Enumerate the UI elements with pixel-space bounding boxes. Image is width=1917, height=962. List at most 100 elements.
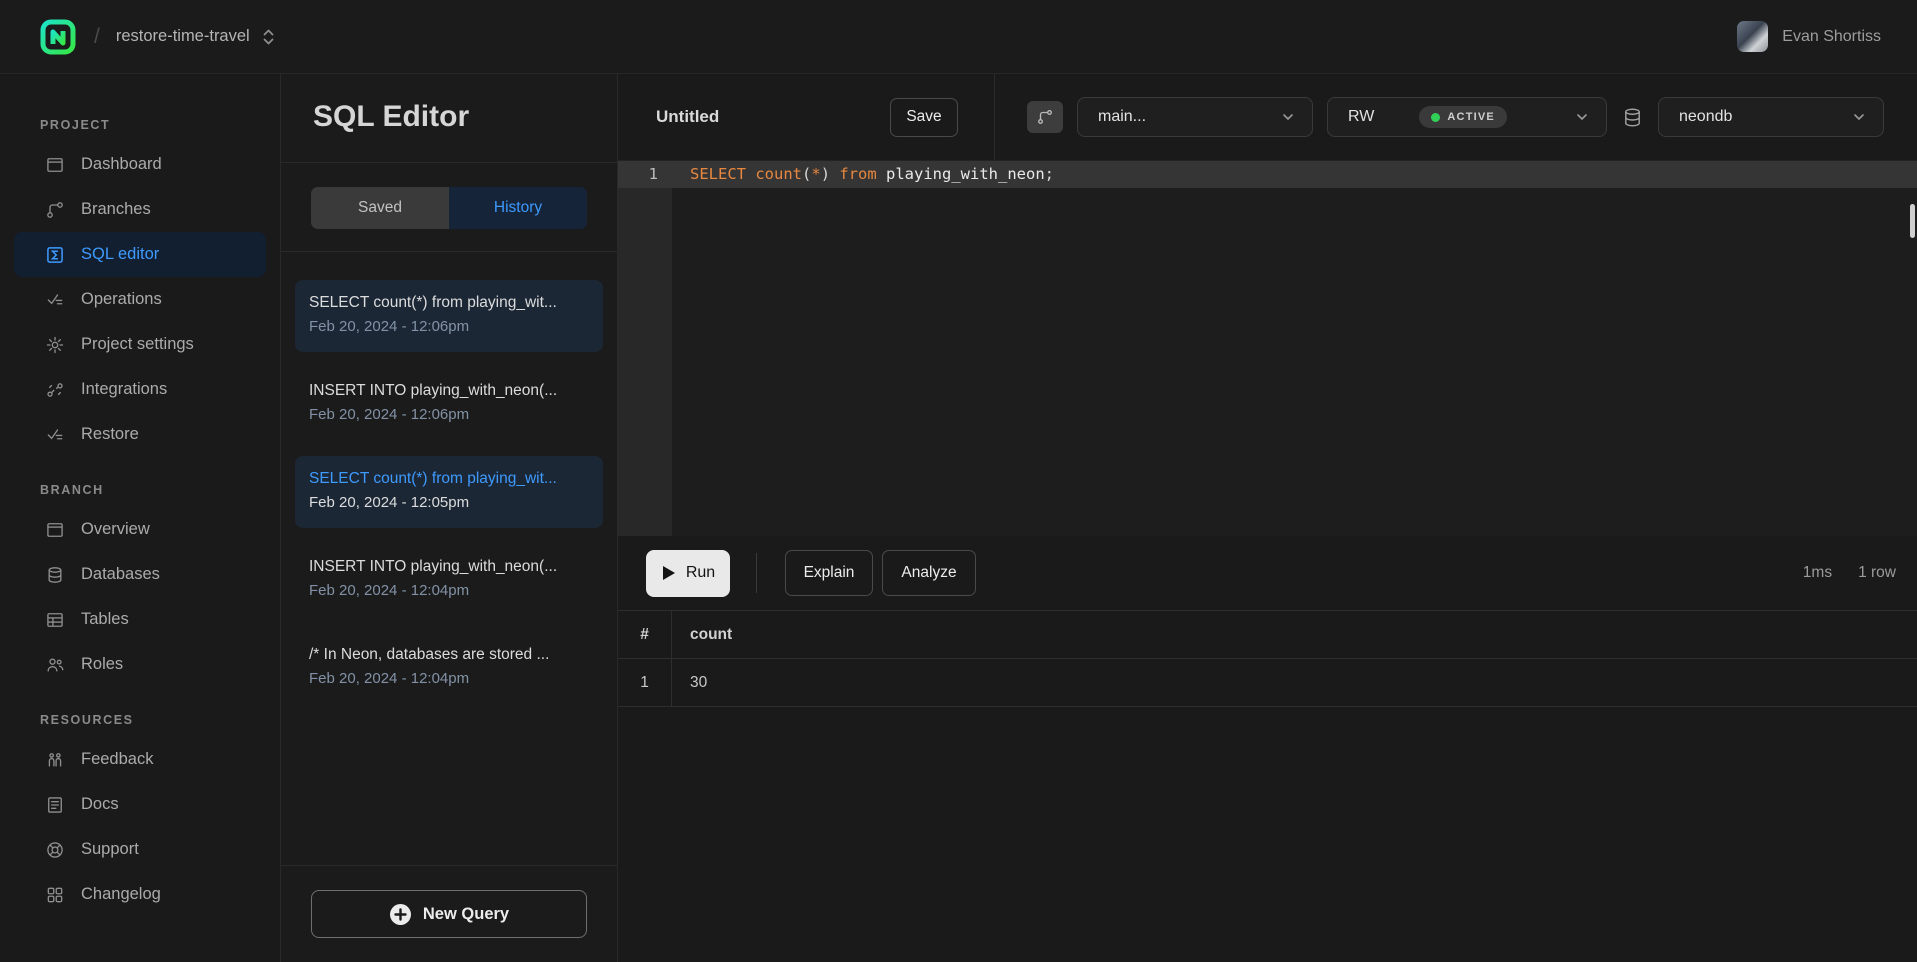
history-query: SELECT count(*) from playing_wit... xyxy=(309,467,589,491)
run-label: Run xyxy=(686,564,715,582)
sidebar-item-changelog[interactable]: Changelog xyxy=(14,872,266,917)
sidebar-item-databases[interactable]: Databases xyxy=(14,552,266,597)
tab-saved[interactable]: Saved xyxy=(311,187,449,229)
sidebar-item-label: Docs xyxy=(81,795,119,814)
branches-icon xyxy=(45,200,65,220)
project-name: restore-time-travel xyxy=(116,27,250,46)
editor-scrollbar[interactable] xyxy=(1910,204,1915,238)
updown-chevron-icon xyxy=(262,28,275,46)
page-title: SQL Editor xyxy=(313,100,617,134)
sidebar-item-feedback[interactable]: Feedback xyxy=(14,737,266,782)
sidebar-item-label: Project settings xyxy=(81,335,194,354)
sidebar-item-operations[interactable]: Operations xyxy=(14,277,266,322)
history-item[interactable]: /* In Neon, databases are stored ... Feb… xyxy=(295,632,603,704)
editor-gutter xyxy=(618,161,672,536)
history-query: INSERT INTO playing_with_neon(... xyxy=(309,379,589,403)
tab-history[interactable]: History xyxy=(449,187,587,229)
divider xyxy=(756,553,757,593)
table-icon xyxy=(45,610,65,630)
database-select-value: neondb xyxy=(1679,108,1732,126)
status-badge-label: ACTIVE xyxy=(1447,111,1495,123)
sidebar-item-sql-editor[interactable]: SQL editor xyxy=(14,232,266,277)
sidebar-item-label: Dashboard xyxy=(81,155,162,174)
branch-select-value: main... xyxy=(1098,108,1146,126)
chevron-down-icon xyxy=(1280,109,1296,125)
history-item[interactable]: INSERT INTO playing_with_neon(... Feb 20… xyxy=(295,368,603,440)
code-line-1: 1 SELECT count(*) from playing_with_neon… xyxy=(618,161,1917,188)
history-item-selected[interactable]: SELECT count(*) from playing_wit... Feb … xyxy=(295,456,603,528)
sidebar-item-label: Integrations xyxy=(81,380,167,399)
query-time: 1ms xyxy=(1803,564,1832,582)
sidebar-section-branch: BRANCH xyxy=(40,483,280,497)
compute-select[interactable]: RW ACTIVE xyxy=(1327,97,1607,137)
sidebar-item-branches[interactable]: Branches xyxy=(14,187,266,232)
sidebar-item-project-settings[interactable]: Project settings xyxy=(14,322,266,367)
history-date: Feb 20, 2024 - 12:04pm xyxy=(309,579,589,603)
row-value: 30 xyxy=(672,674,707,692)
chevron-down-icon xyxy=(1574,109,1590,125)
neon-logo-icon[interactable] xyxy=(40,19,76,55)
sidebar-item-tables[interactable]: Tables xyxy=(14,597,266,642)
run-button[interactable]: Run xyxy=(646,550,730,597)
sidebar-item-restore[interactable]: Restore xyxy=(14,412,266,457)
sidebar-item-support[interactable]: Support xyxy=(14,827,266,872)
sidebar-item-label: Feedback xyxy=(81,750,153,769)
sidebar-item-label: Branches xyxy=(81,200,151,219)
sidebar-item-dashboard[interactable]: Dashboard xyxy=(14,142,266,187)
history-item[interactable]: SELECT count(*) from playing_wit... Feb … xyxy=(295,280,603,352)
editor-actions: Run Explain Analyze 1ms 1 row xyxy=(618,536,1917,610)
play-icon xyxy=(661,565,676,581)
plus-icon xyxy=(389,903,412,926)
results-table: # count 1 30 xyxy=(618,610,1917,707)
restore-icon xyxy=(45,425,65,445)
gear-icon xyxy=(45,335,65,355)
operations-icon xyxy=(45,290,65,310)
status-badge: ACTIVE xyxy=(1419,106,1507,128)
history-date: Feb 20, 2024 - 12:06pm xyxy=(309,315,589,339)
sidebar-section-resources: RESOURCES xyxy=(40,713,280,727)
sql-editor-icon xyxy=(45,245,65,265)
changelog-icon xyxy=(45,885,65,905)
query-panel: SQL Editor Saved History SELECT count(*)… xyxy=(280,74,618,962)
query-rowcount: 1 row xyxy=(1858,564,1896,582)
sidebar-item-label: Restore xyxy=(81,425,139,444)
sidebar-item-label: Tables xyxy=(81,610,129,629)
branch-select[interactable]: main... xyxy=(1077,97,1313,137)
sidebar: PROJECT Dashboard Branches SQL editor Op… xyxy=(0,74,280,962)
sidebar-item-label: Databases xyxy=(81,565,160,584)
dashboard-icon xyxy=(45,155,65,175)
save-button[interactable]: Save xyxy=(890,98,958,137)
query-title: Untitled xyxy=(656,107,719,127)
history-query: SELECT count(*) from playing_wit... xyxy=(309,291,589,315)
line-number: 1 xyxy=(618,161,672,188)
users-icon xyxy=(45,655,65,675)
user-name: Evan Shortiss xyxy=(1782,28,1881,46)
table-row[interactable]: 1 30 xyxy=(618,659,1917,707)
lifebuoy-icon xyxy=(45,840,65,860)
top-bar: / restore-time-travel Evan Shortiss xyxy=(0,0,1917,74)
saved-history-tabs: Saved History xyxy=(311,187,587,229)
history-date: Feb 20, 2024 - 12:04pm xyxy=(309,667,589,691)
sidebar-item-label: Changelog xyxy=(81,885,161,904)
row-index: 1 xyxy=(618,659,672,706)
sql-code-editor[interactable]: 1 SELECT count(*) from playing_with_neon… xyxy=(618,161,1917,536)
history-date: Feb 20, 2024 - 12:05pm xyxy=(309,491,589,515)
sidebar-item-roles[interactable]: Roles xyxy=(14,642,266,687)
sidebar-item-docs[interactable]: Docs xyxy=(14,782,266,827)
sidebar-item-overview[interactable]: Overview xyxy=(14,507,266,552)
analyze-button[interactable]: Analyze xyxy=(882,550,976,596)
compute-select-value: RW xyxy=(1348,108,1374,126)
results-header-row: # count xyxy=(618,611,1917,659)
explain-button[interactable]: Explain xyxy=(785,550,873,596)
history-query: INSERT INTO playing_with_neon(... xyxy=(309,555,589,579)
sidebar-item-label: Support xyxy=(81,840,139,859)
database-select[interactable]: neondb xyxy=(1658,97,1884,137)
user-avatar[interactable] xyxy=(1737,21,1768,52)
editor-toolbar: Untitled Save main... RW ACTIVE xyxy=(618,74,1917,161)
branch-icon xyxy=(1027,101,1063,133)
sidebar-item-integrations[interactable]: Integrations xyxy=(14,367,266,412)
feedback-icon xyxy=(45,750,65,770)
new-query-button[interactable]: New Query xyxy=(311,890,587,938)
project-switcher[interactable]: restore-time-travel xyxy=(116,27,275,46)
history-item[interactable]: INSERT INTO playing_with_neon(... Feb 20… xyxy=(295,544,603,616)
